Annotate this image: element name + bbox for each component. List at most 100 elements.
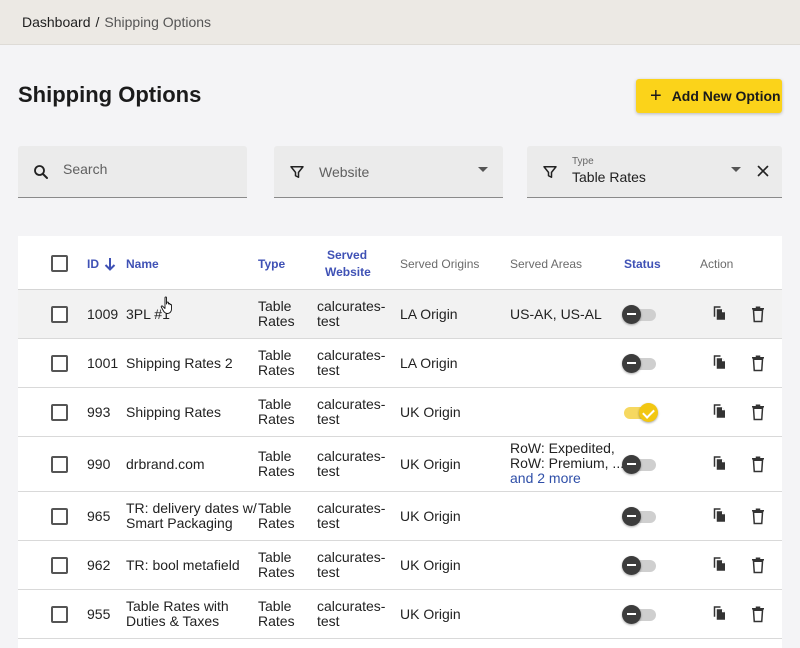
row-id: 993	[87, 404, 111, 420]
hand-cursor-icon	[160, 296, 172, 314]
row-origin: UK Origin	[400, 557, 461, 573]
delete-icon[interactable]	[749, 605, 767, 623]
copy-icon[interactable]	[710, 402, 728, 420]
search-icon	[34, 165, 48, 179]
row-checkbox[interactable]	[51, 355, 68, 372]
row-areas: US-AK, US-AL	[510, 306, 602, 322]
chevron-down-icon	[478, 167, 488, 172]
row-type-line2: Rates	[258, 613, 295, 629]
breadcrumb: Dashboard / Shipping Options	[0, 0, 800, 45]
column-header-served-origins: Served Origins	[400, 257, 480, 271]
status-toggle[interactable]	[622, 454, 658, 474]
row-type-line2: Rates	[258, 313, 295, 329]
row-type-line2: Rates	[258, 362, 295, 378]
row-id: 1009	[87, 306, 119, 322]
row-id: 1001	[87, 355, 119, 371]
row-type-line1: Table	[258, 396, 292, 412]
row-areas-line1: RoW: Expedited,	[510, 440, 615, 456]
row-checkbox[interactable]	[51, 456, 68, 473]
table-row[interactable]: 1009 3PL #1 Table Rates calcurates- test…	[18, 290, 782, 339]
status-toggle[interactable]	[622, 555, 658, 575]
row-areas-line2: RoW: Premium, ...	[510, 455, 625, 471]
arrow-down-icon	[104, 258, 116, 271]
breadcrumb-current: Shipping Options	[104, 14, 212, 30]
row-website-line1: calcurates-	[317, 347, 386, 363]
delete-icon[interactable]	[749, 507, 767, 525]
type-filter-select[interactable]: Type Table Rates	[527, 146, 782, 198]
row-website-line2: test	[317, 613, 340, 629]
row-origin: UK Origin	[400, 508, 461, 524]
status-toggle[interactable]	[622, 304, 658, 324]
table-row[interactable]: 990 drbrand.com Table Rates calcurates- …	[18, 437, 782, 492]
breadcrumb-dashboard-link[interactable]: Dashboard	[22, 14, 91, 30]
row-type-line1: Table	[258, 598, 292, 614]
select-all-checkbox[interactable]	[51, 255, 68, 272]
filter-icon	[290, 166, 304, 178]
row-origin: UK Origin	[400, 404, 461, 420]
column-header-type[interactable]: Type	[258, 257, 285, 271]
table-row[interactable]: 955 Table Rates with Duties & Taxes Tabl…	[18, 590, 782, 639]
row-website-line1: calcurates-	[317, 448, 386, 464]
copy-icon[interactable]	[710, 304, 728, 322]
status-toggle[interactable]	[622, 506, 658, 526]
table-row[interactable]: 993 Shipping Rates Table Rates calcurate…	[18, 388, 782, 437]
column-header-name[interactable]: Name	[126, 257, 159, 271]
row-name-line1: TR: delivery dates w/	[126, 500, 257, 516]
row-name: drbrand.com	[126, 456, 205, 472]
copy-icon[interactable]	[710, 353, 728, 371]
add-new-option-button[interactable]: + Add New Option	[636, 79, 782, 113]
row-id: 962	[87, 557, 111, 573]
row-origin: LA Origin	[400, 306, 458, 322]
row-name: TR: bool metafield	[126, 557, 240, 573]
add-new-option-label: Add New Option	[671, 88, 781, 104]
row-type-line1: Table	[258, 448, 292, 464]
row-name: Shipping Rates 2	[126, 355, 233, 371]
column-header-id[interactable]: ID	[87, 257, 116, 271]
areas-more-link[interactable]: and 2 more	[510, 471, 581, 486]
row-checkbox[interactable]	[51, 557, 68, 574]
row-website-line2: test	[317, 411, 340, 427]
row-name-line1: Table Rates with	[126, 598, 229, 614]
delete-icon[interactable]	[749, 354, 767, 372]
close-icon[interactable]	[754, 162, 772, 180]
row-id: 965	[87, 508, 111, 524]
status-toggle[interactable]	[622, 402, 658, 422]
row-origin: UK Origin	[400, 456, 461, 472]
row-name-line2: Smart Packaging	[126, 515, 233, 531]
delete-icon[interactable]	[749, 305, 767, 323]
delete-icon[interactable]	[749, 455, 767, 473]
row-website-line1: calcurates-	[317, 500, 386, 516]
table-row[interactable]: 965 TR: delivery dates w/ Smart Packagin…	[18, 492, 782, 541]
column-header-served-website-line1[interactable]: Served	[327, 248, 367, 262]
row-checkbox[interactable]	[51, 404, 68, 421]
row-website-line2: test	[317, 463, 340, 479]
row-website-line1: calcurates-	[317, 396, 386, 412]
row-website-line2: test	[317, 313, 340, 329]
search-input[interactable]: Search	[18, 146, 247, 198]
copy-icon[interactable]	[710, 604, 728, 622]
copy-icon[interactable]	[710, 454, 728, 472]
copy-icon[interactable]	[710, 506, 728, 524]
delete-icon[interactable]	[749, 556, 767, 574]
plus-icon: +	[650, 85, 662, 107]
row-id: 990	[87, 456, 111, 472]
delete-icon[interactable]	[749, 403, 767, 421]
row-checkbox[interactable]	[51, 306, 68, 323]
row-checkbox[interactable]	[51, 606, 68, 623]
row-website-line1: calcurates-	[317, 298, 386, 314]
status-toggle[interactable]	[622, 604, 658, 624]
website-filter-select[interactable]: Website	[274, 146, 503, 198]
chevron-down-icon[interactable]	[731, 167, 741, 172]
table-row[interactable]: 1001 Shipping Rates 2 Table Rates calcur…	[18, 339, 782, 388]
column-header-id-label: ID	[87, 257, 99, 271]
column-header-served-website-line2[interactable]: Website	[325, 265, 371, 279]
column-header-status[interactable]: Status	[624, 257, 661, 271]
row-checkbox[interactable]	[51, 508, 68, 525]
table-row[interactable]: 962 TR: bool metafield Table Rates calcu…	[18, 541, 782, 590]
status-toggle[interactable]	[622, 353, 658, 373]
copy-icon[interactable]	[710, 555, 728, 573]
row-website-line1: calcurates-	[317, 549, 386, 565]
row-website-line2: test	[317, 564, 340, 580]
row-type-line1: Table	[258, 298, 292, 314]
page-title: Shipping Options	[18, 82, 202, 107]
